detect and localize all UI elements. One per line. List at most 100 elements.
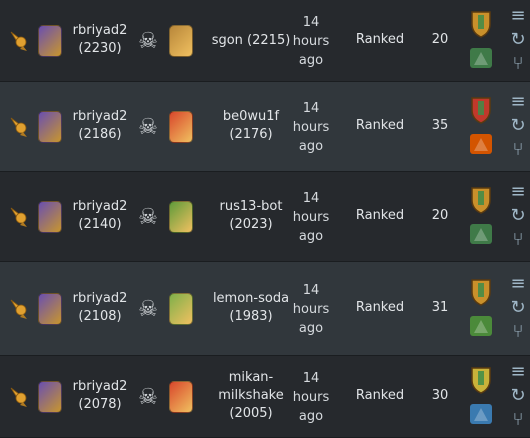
opponent-name-text: rus13-bot <box>219 199 283 214</box>
refresh-icon[interactable]: ↻ <box>506 29 530 50</box>
battle-mode: Ranked <box>355 208 405 223</box>
share-icon[interactable]: ⑂ <box>506 139 530 160</box>
battle-time-line: 14 <box>302 191 320 206</box>
battle-time: 14 hours ago <box>283 369 339 426</box>
battle-mode: Ranked <box>355 118 405 133</box>
battle-time-line: hours <box>292 210 330 225</box>
battle-time-line: hours <box>292 390 330 405</box>
opponent-avatar[interactable] <box>169 201 193 233</box>
refresh-icon[interactable]: ↻ <box>506 115 530 136</box>
battle-time-line: ago <box>298 229 324 244</box>
battle-time-line: 14 <box>302 283 320 298</box>
player-name-text: rbriyad2 <box>72 109 128 124</box>
trophy-icon <box>8 115 30 139</box>
player-rating: (2078) <box>78 397 122 412</box>
battle-time-line: ago <box>298 53 324 68</box>
ruleset-icon <box>466 129 496 159</box>
refresh-icon[interactable]: ↻ <box>506 385 530 406</box>
player-name[interactable]: rbriyad2 (2186) <box>60 108 140 144</box>
mana-cap: 20 <box>431 32 449 47</box>
player-avatar[interactable] <box>38 381 62 413</box>
film-icon[interactable]: ≡ <box>506 5 530 26</box>
film-icon[interactable]: ≡ <box>506 273 530 294</box>
player-rating: (2108) <box>78 309 122 324</box>
mana-cap: 35 <box>431 118 449 133</box>
opponent-rating: (2176) <box>229 127 273 142</box>
skull-icon: ☠ <box>138 204 158 230</box>
player-name[interactable]: rbriyad2 (2140) <box>60 198 140 234</box>
player-avatar[interactable] <box>38 201 62 233</box>
battle-time: 14 hours ago <box>283 99 339 156</box>
battle-row: rbriyad2 (2186) ☠ be0wu1f (2176) 14 hours ago Ra… <box>0 82 530 172</box>
ruleset-icon <box>466 219 496 249</box>
skull-icon: ☠ <box>138 28 158 54</box>
film-icon[interactable]: ≡ <box>506 181 530 202</box>
player-name-text: rbriyad2 <box>72 23 128 38</box>
trophy-icon <box>8 205 30 229</box>
opponent-avatar[interactable] <box>169 111 193 143</box>
player-avatar[interactable] <box>38 25 62 57</box>
player-name[interactable]: rbriyad2 (2078) <box>60 378 140 414</box>
player-name-text: rbriyad2 <box>72 199 128 214</box>
skull-icon: ☠ <box>138 384 158 410</box>
mana-cap: 31 <box>431 300 449 315</box>
ruleset-icon <box>466 43 496 73</box>
battle-time-line: hours <box>292 302 330 317</box>
battle-time: 14 hours ago <box>283 13 339 70</box>
battle-row: rbriyad2 (2108) ☠ lemon-soda (1983) 14 hours ag… <box>0 262 530 356</box>
share-icon[interactable]: ⑂ <box>506 229 530 250</box>
player-name-text: rbriyad2 <box>72 379 128 394</box>
opponent-rating: (2023) <box>229 217 273 232</box>
battle-time: 14 hours ago <box>283 281 339 338</box>
player-name[interactable]: rbriyad2 (2108) <box>60 290 140 326</box>
battle-time-line: 14 <box>302 371 320 386</box>
player-rating: (2140) <box>78 217 122 232</box>
opponent-avatar[interactable] <box>169 293 193 325</box>
opponent-name-text: lemon-soda <box>212 291 290 306</box>
battle-row: rbriyad2 (2078) ☠ mikan-milkshake (2005) 14 ho… <box>0 356 530 438</box>
ruleset-icon <box>466 311 496 341</box>
battle-time: 14 hours ago <box>283 189 339 246</box>
opponent-rating: (2005) <box>229 405 273 421</box>
ruleset-icon <box>466 9 496 39</box>
player-name[interactable]: rbriyad2 (2230) <box>60 22 140 58</box>
refresh-icon[interactable]: ↻ <box>506 205 530 226</box>
trophy-icon <box>8 385 30 409</box>
share-icon[interactable]: ⑂ <box>506 409 530 430</box>
player-rating: (2230) <box>78 41 122 56</box>
battle-time-line: ago <box>298 139 324 154</box>
battle-row: rbriyad2 (2140) ☠ rus13-bot (2023) 14 hours ago… <box>0 172 530 262</box>
opponent-name-text: sgon (2215) <box>211 32 291 48</box>
opponent-name-text: be0wu1f <box>222 109 280 124</box>
player-rating: (2186) <box>78 127 122 142</box>
refresh-icon[interactable]: ↻ <box>506 297 530 318</box>
battle-time-line: 14 <box>302 101 320 116</box>
battle-row: rbriyad2 (2230) ☠ sgon (2215) 14 hours ago Rank… <box>0 0 530 82</box>
trophy-icon <box>8 29 30 53</box>
ruleset-icon <box>466 95 496 125</box>
share-icon[interactable]: ⑂ <box>506 53 530 74</box>
battle-time-line: hours <box>292 34 330 49</box>
ruleset-icon <box>466 399 496 429</box>
ruleset-icon <box>466 277 496 307</box>
player-avatar[interactable] <box>38 293 62 325</box>
opponent-avatar[interactable] <box>169 25 193 57</box>
battle-time-line: ago <box>298 409 324 424</box>
film-icon[interactable]: ≡ <box>506 91 530 112</box>
battle-mode: Ranked <box>355 300 405 315</box>
player-name-text: rbriyad2 <box>72 291 128 306</box>
battle-time-line: ago <box>298 321 324 336</box>
battle-time-line: 14 <box>302 15 320 30</box>
skull-icon: ☠ <box>138 296 158 322</box>
opponent-avatar[interactable] <box>169 381 193 413</box>
skull-icon: ☠ <box>138 114 158 140</box>
share-icon[interactable]: ⑂ <box>506 321 530 342</box>
battle-time-line: hours <box>292 120 330 135</box>
film-icon[interactable]: ≡ <box>506 361 530 382</box>
mana-cap: 30 <box>431 388 449 403</box>
battle-mode: Ranked <box>355 388 405 403</box>
player-avatar[interactable] <box>38 111 62 143</box>
trophy-icon <box>8 297 30 321</box>
opponent-name-text-2: milkshake <box>218 387 284 403</box>
opponent-rating: (1983) <box>229 309 273 324</box>
